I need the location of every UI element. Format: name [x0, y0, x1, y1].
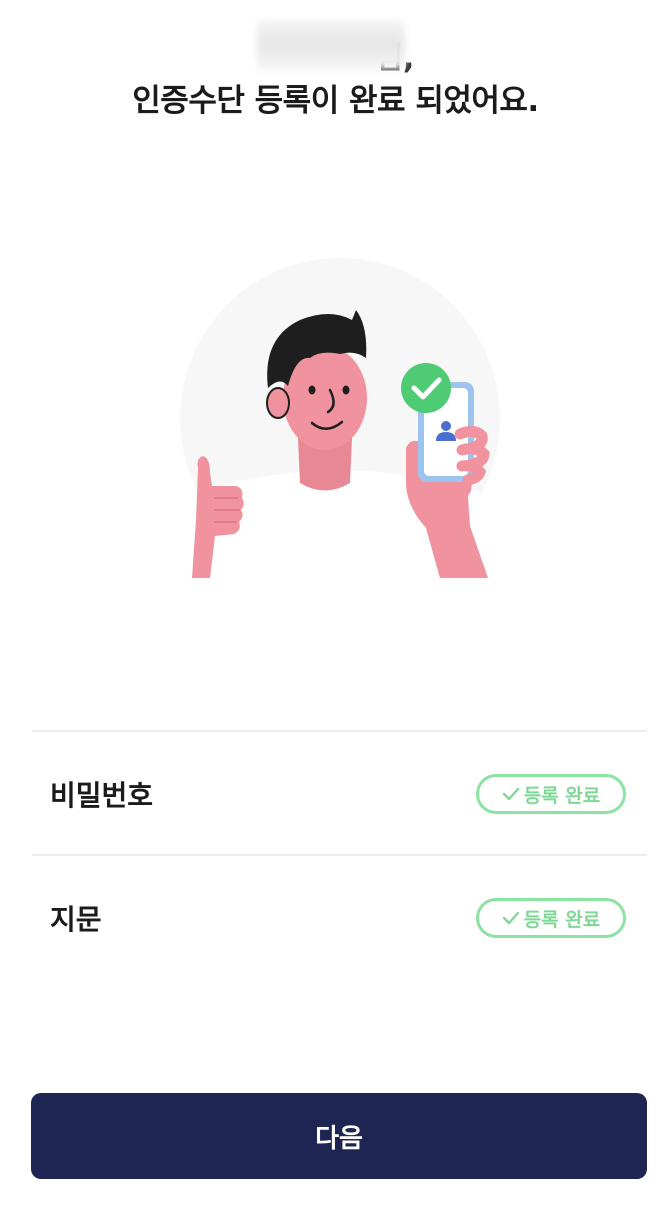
- check-icon: [502, 911, 519, 925]
- divider-middle: [32, 854, 647, 856]
- ear-shape: [266, 387, 290, 419]
- check-icon: [502, 787, 519, 801]
- auth-method-label-password: 비밀번호: [50, 779, 154, 812]
- auth-method-label-fingerprint: 지문: [50, 903, 102, 936]
- registration-status-badge-fingerprint: 등록 완료: [476, 898, 626, 938]
- person-thumbs-up-phone-check-illustration: [180, 258, 500, 578]
- page-title: 인증수단 등록이 완료 되었어요.: [132, 83, 539, 119]
- right-eye: [342, 385, 350, 395]
- left-eye: [308, 385, 316, 395]
- phone-user-icon-head: [441, 421, 451, 431]
- status-text: 등록 완료: [523, 908, 601, 931]
- status-text: 등록 완료: [523, 784, 601, 807]
- registration-status-badge-password: 등록 완료: [476, 774, 626, 814]
- check-badge-icon: [401, 363, 451, 413]
- next-button[interactable]: 다음: [31, 1093, 647, 1179]
- divider-top: [32, 730, 647, 732]
- masked-user-name: [256, 20, 405, 69]
- greeting-line: 님,: [0, 20, 671, 78]
